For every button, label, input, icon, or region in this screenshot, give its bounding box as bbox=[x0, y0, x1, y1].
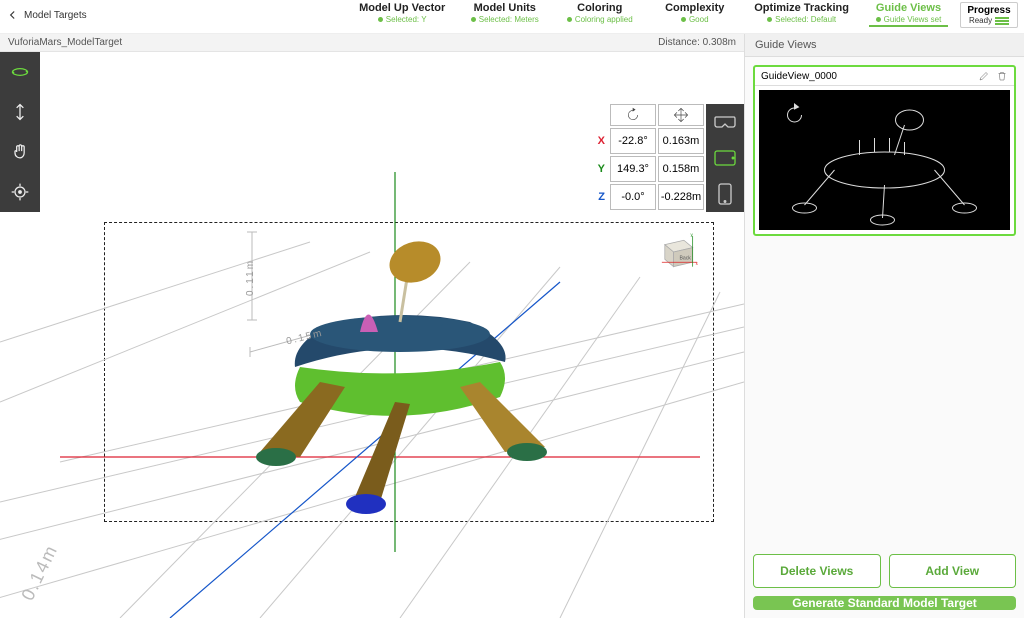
axis-y-label: Y bbox=[594, 163, 608, 175]
x-position-input[interactable] bbox=[658, 128, 704, 154]
wizard-steps: Model Up Vector Selected: Y Model Units … bbox=[347, 2, 956, 24]
device-preview-tools bbox=[706, 104, 744, 212]
view-tools bbox=[0, 52, 40, 212]
z-position-input[interactable] bbox=[658, 184, 704, 210]
step-complexity[interactable]: Complexity Good bbox=[647, 2, 742, 24]
transform-panel: X Y Z bbox=[594, 104, 704, 212]
hamburger-icon bbox=[995, 17, 1009, 25]
progress-indicator[interactable]: Progress Ready bbox=[960, 2, 1018, 28]
headset-device[interactable] bbox=[706, 104, 744, 140]
orbit-tool[interactable] bbox=[0, 52, 40, 92]
model-info-bar: VuforiaMars_ModelTarget Distance: 0.308m bbox=[0, 34, 744, 52]
generate-target-button[interactable]: Generate Standard Model Target bbox=[753, 596, 1016, 610]
step-up-vector[interactable]: Model Up Vector Selected: Y bbox=[347, 2, 457, 24]
pan-tool[interactable] bbox=[0, 132, 40, 172]
x-rotation-input[interactable] bbox=[610, 128, 656, 154]
3d-viewport[interactable]: X Y Z bbox=[0, 52, 744, 618]
guide-view-name: GuideView_0000 bbox=[761, 71, 837, 82]
phone-device[interactable] bbox=[706, 176, 744, 212]
step-optimize[interactable]: Optimize Tracking Selected: Default bbox=[742, 2, 861, 24]
step-guide-views[interactable]: Guide Views Guide Views set bbox=[861, 2, 956, 24]
rotation-header-icon bbox=[610, 104, 656, 126]
z-rotation-input[interactable] bbox=[610, 184, 656, 210]
add-view-button[interactable]: Add View bbox=[889, 554, 1017, 588]
trash-icon[interactable] bbox=[996, 70, 1008, 82]
axis-z-label: Z bbox=[594, 191, 608, 203]
y-rotation-input[interactable] bbox=[610, 156, 656, 182]
axis-x-label: X bbox=[594, 135, 608, 147]
translate-header-icon bbox=[658, 104, 704, 126]
delete-views-button[interactable]: Delete Views bbox=[753, 554, 881, 588]
dim-b: 0.11m bbox=[245, 259, 256, 296]
pan-vertical-tool[interactable] bbox=[0, 92, 40, 132]
distance-value: 0.308m bbox=[703, 37, 736, 48]
guide-view-card[interactable]: GuideView_0000 bbox=[753, 65, 1016, 236]
right-panel-title: Guide Views bbox=[745, 34, 1024, 57]
edit-icon[interactable] bbox=[978, 70, 990, 82]
step-units[interactable]: Model Units Selected: Meters bbox=[457, 2, 552, 24]
guide-view-thumbnail bbox=[759, 90, 1010, 230]
model-name: VuforiaMars_ModelTarget bbox=[8, 37, 122, 48]
back-label: Model Targets bbox=[24, 10, 87, 21]
y-position-input[interactable] bbox=[658, 156, 704, 182]
tablet-device[interactable] bbox=[706, 140, 744, 176]
step-coloring[interactable]: Coloring Coloring applied bbox=[552, 2, 647, 24]
center-tool[interactable] bbox=[0, 172, 40, 212]
back-button[interactable]: Model Targets bbox=[6, 2, 87, 22]
